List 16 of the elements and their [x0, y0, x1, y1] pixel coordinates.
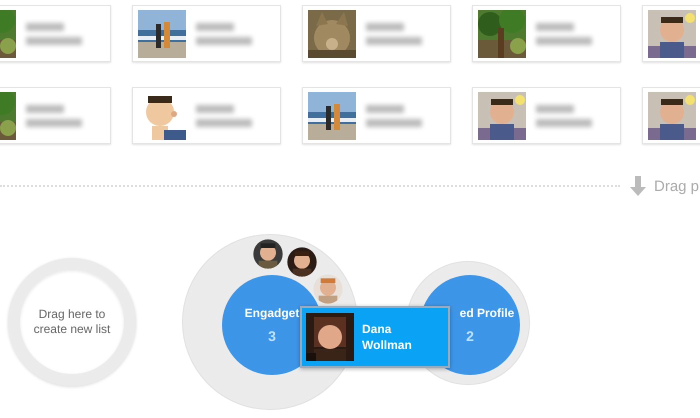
person-card[interactable] [472, 5, 621, 62]
blurred-name [196, 22, 252, 44]
blurred-name [536, 22, 592, 44]
blurred-name [536, 104, 592, 126]
drag-hint: Drag p [654, 178, 700, 194]
blurred-name [366, 104, 422, 126]
person-card[interactable] [132, 87, 281, 144]
down-arrow-icon [630, 176, 646, 196]
person-card[interactable] [302, 5, 451, 62]
new-list-circle[interactable]: Drag here to create new list [8, 258, 136, 386]
dragged-person-card[interactable]: Dana Wollman [300, 306, 450, 368]
blurred-name [26, 22, 82, 44]
person-card[interactable] [472, 87, 621, 144]
blurred-name [196, 104, 252, 126]
blurred-name [366, 22, 422, 44]
blurred-name [26, 104, 82, 126]
